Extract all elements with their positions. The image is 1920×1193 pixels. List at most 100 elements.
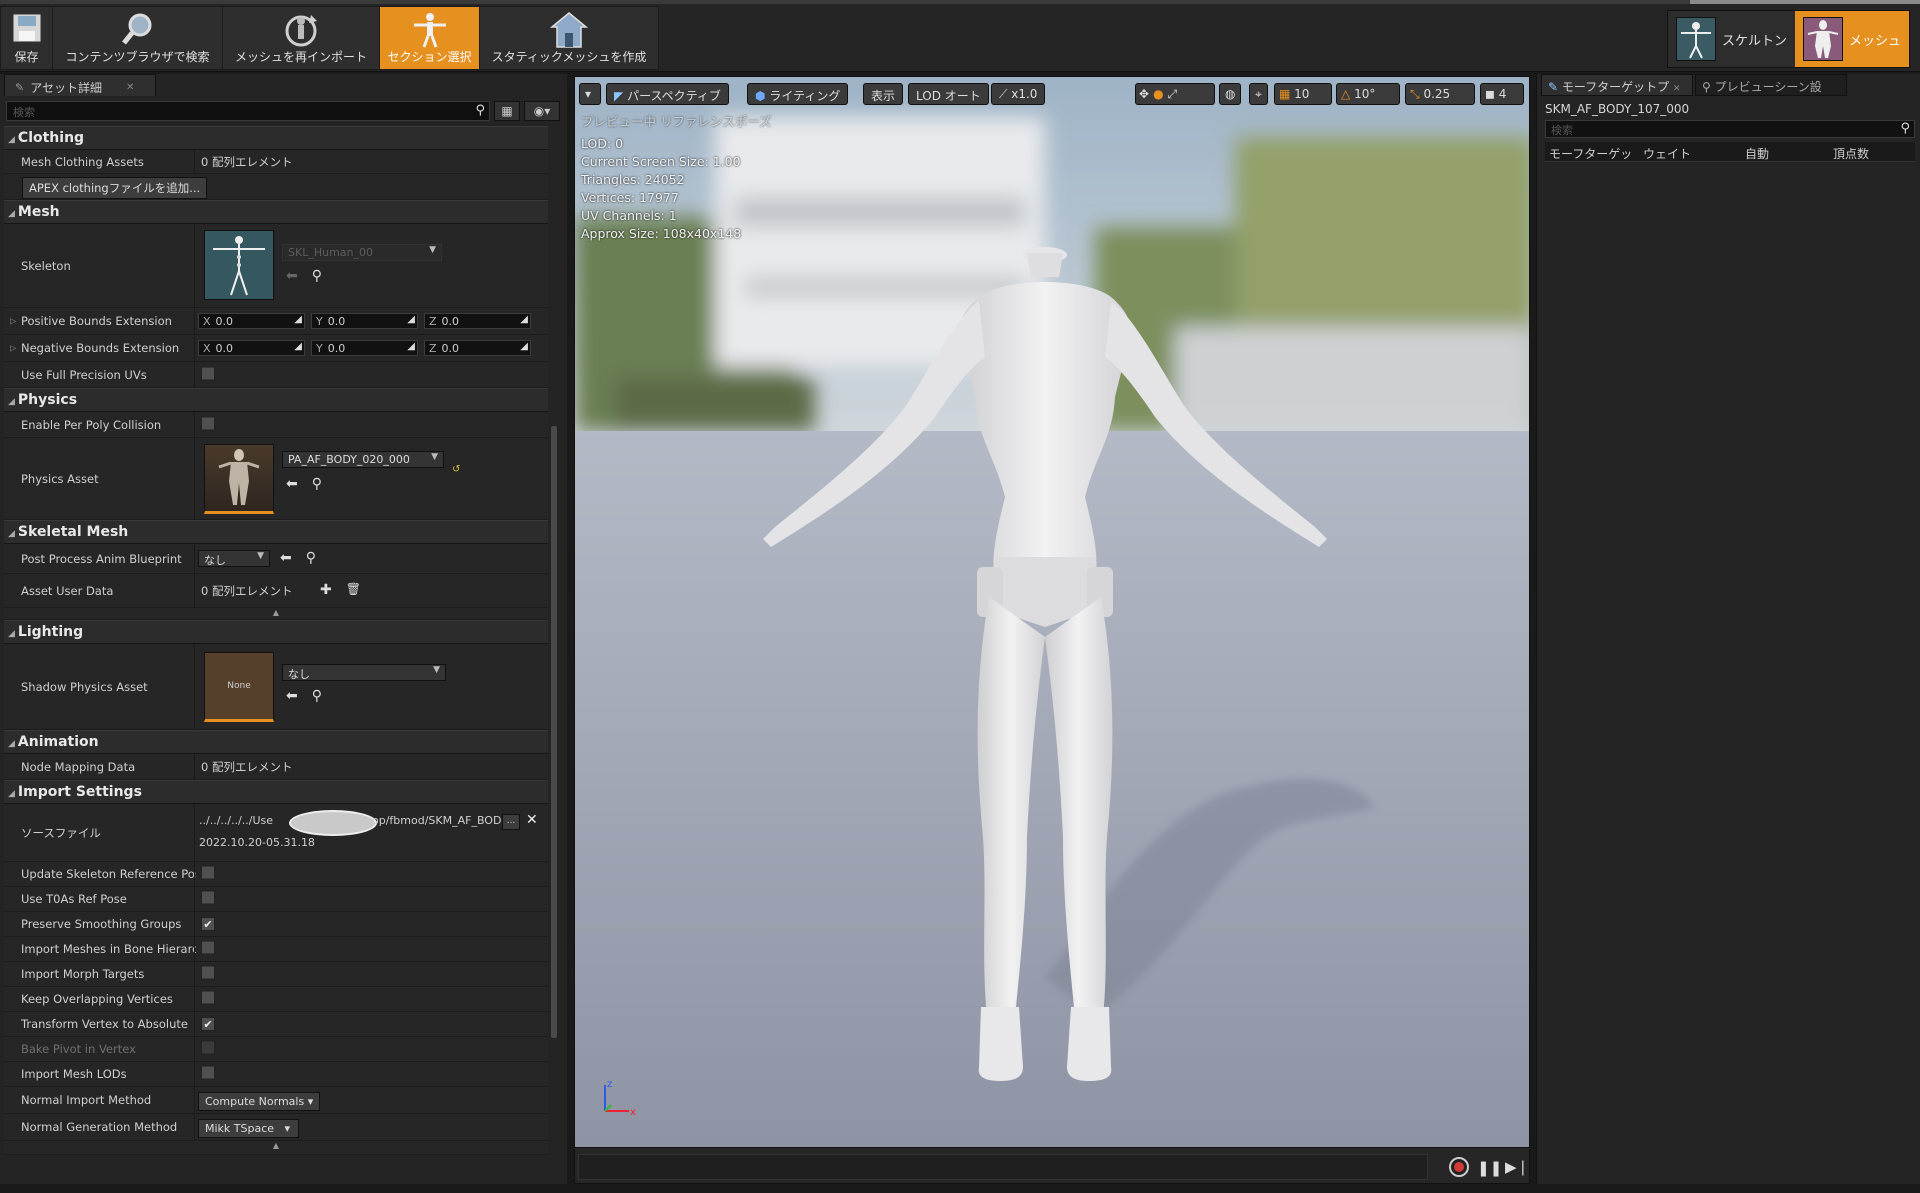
perspective-button[interactable]: ◤ パースペクティブ (606, 83, 729, 105)
mesh-clothing-assets-label: Mesh Clothing Assets (21, 154, 144, 169)
close-tab-icon[interactable]: ✕ (1673, 84, 1681, 94)
import-option-checkbox[interactable] (201, 965, 215, 983)
lighting-mode-button[interactable]: ⬢ ライティング (747, 83, 849, 105)
category-mesh[interactable]: ◢ Mesh (4, 200, 548, 224)
negative-bounds-x[interactable]: X 0.0 ◢ (198, 340, 305, 356)
details-search-input[interactable]: 検索 ⚲ (6, 101, 490, 121)
normal-import-value: Compute Normals (205, 1095, 305, 1108)
category-lighting[interactable]: ◢ Lighting (4, 620, 548, 644)
show-button[interactable]: 表示 (863, 83, 904, 105)
advanced-collapse-toggle-bottom[interactable]: ▲ (4, 1141, 548, 1155)
column-weight[interactable]: ウェイト (1643, 145, 1691, 162)
playback-speed-button[interactable]: ⟋ x1.0 (991, 83, 1046, 105)
rotate-icon[interactable]: ● (1153, 87, 1167, 101)
category-animation[interactable]: ◢ Animation (4, 730, 548, 754)
chevron-up-icon: ▲ (272, 1141, 280, 1150)
section-select-button[interactable]: セクション選択 (380, 7, 480, 69)
world-local-toggle[interactable]: ◍ (1219, 83, 1242, 105)
use-selected-arrow-icon[interactable]: ⬅ (286, 688, 298, 704)
pause-button[interactable]: ❚❚ (1477, 1159, 1502, 1177)
find-in-content-browser-button[interactable]: コンテンツブラウザで検索 (53, 7, 223, 69)
use-selected-arrow-icon[interactable]: ⬅ (280, 550, 292, 566)
post-process-combo[interactable]: なし ▼ (198, 550, 270, 567)
add-element-icon[interactable]: ✚ (320, 582, 332, 598)
browse-magnifier-icon[interactable]: ⚲ (312, 476, 322, 492)
camera-speed-button[interactable]: ◼ 4 (1480, 83, 1524, 105)
category-skeletal-mesh[interactable]: ◢ Skeletal Mesh (4, 520, 548, 544)
skeleton-mode-button[interactable]: スケルトン (1668, 11, 1795, 67)
surface-snap-icon: ⌖ (1255, 87, 1262, 101)
pause-icon: ❚❚ (1477, 1159, 1503, 1177)
morph-search-input[interactable]: 検索 ⚲ (1545, 120, 1915, 138)
scale-icon[interactable]: ⤢ (1168, 87, 1182, 101)
full-precision-uvs-checkbox[interactable] (201, 366, 215, 383)
physics-asset-combo[interactable]: PA_AF_BODY_020_000 ▼ (282, 451, 444, 468)
normal-import-dropdown[interactable]: Compute Normals ▾ (198, 1092, 321, 1111)
collapse-arrow-icon: ◢ (8, 629, 15, 639)
column-morph-target[interactable]: モーフターゲッ (1549, 145, 1632, 162)
skeleton-thumbnail[interactable] (204, 230, 274, 300)
reset-to-default-icon[interactable]: ↺ (452, 464, 460, 475)
save-button-label: 保存 (14, 50, 39, 64)
shadow-physics-combo[interactable]: なし ▼ (282, 664, 446, 681)
import-option-checkbox[interactable] (201, 940, 215, 958)
lod-button[interactable]: LOD オート (908, 83, 989, 105)
physics-asset-thumbnail[interactable] (204, 444, 274, 514)
asset-details-tab[interactable]: ✎ アセット詳細 ✕ (4, 74, 156, 96)
category-import-settings[interactable]: ◢ Import Settings (4, 780, 548, 804)
rotation-snap-group[interactable]: △ 10° (1336, 83, 1400, 105)
scale-snap-group[interactable]: ⤡ 0.25 (1405, 83, 1475, 105)
advanced-collapse-toggle[interactable]: ▲ (4, 608, 548, 620)
import-option-checkbox[interactable] (201, 990, 215, 1008)
preview-viewport[interactable]: xz ▾ ◤ パースペクティブ ⬢ ライティング 表示 LOD オート ⟋ x1… (574, 76, 1530, 1184)
details-scrollbar[interactable] (551, 426, 557, 1038)
column-auto[interactable]: 自動 (1745, 145, 1769, 162)
mesh-mode-button[interactable]: メッシュ (1794, 11, 1909, 67)
import-option-checkbox[interactable]: ✔ (201, 917, 215, 931)
positive-bounds-x[interactable]: X 0.0 ◢ (198, 313, 305, 329)
add-apex-clothing-button[interactable]: APEX clothingファイルを追加... (22, 177, 208, 199)
reimport-mesh-button[interactable]: メッシュを再インポート (223, 7, 380, 69)
collapse-arrow-icon: ◢ (8, 135, 15, 145)
browse-magnifier-icon[interactable]: ⚲ (312, 688, 322, 704)
viewport-toolbar: ▾ ◤ パースペクティブ ⬢ ライティング 表示 LOD オート ⟋ x1.0 … (579, 83, 1525, 105)
translate-icon[interactable]: ✥ (1139, 87, 1153, 101)
save-button[interactable]: 保存 (1, 7, 53, 69)
normal-generation-dropdown[interactable]: Mikk TSpace ▾ (198, 1119, 300, 1138)
step-forward-button[interactable]: ▶❘ (1505, 1158, 1529, 1176)
import-option-checkbox[interactable] (201, 1065, 215, 1083)
preview-scene-tab[interactable]: ⚲ プレビューシーン設 (1695, 74, 1847, 96)
import-option-checkbox[interactable] (201, 890, 215, 908)
import-option-checkbox[interactable]: ✔ (201, 1017, 215, 1031)
use-selected-arrow-icon[interactable]: ⬅ (286, 476, 298, 492)
make-static-mesh-button[interactable]: スタティックメッシュを作成 (480, 7, 658, 69)
category-clothing[interactable]: ◢ Clothing (4, 126, 548, 150)
positive-bounds-z[interactable]: Z 0.0 ◢ (424, 313, 531, 329)
positive-bounds-y[interactable]: Y 0.0 ◢ (311, 313, 418, 329)
skeleton-mode-label: スケルトン (1721, 33, 1787, 49)
category-physics[interactable]: ◢ Physics (4, 388, 548, 412)
record-button[interactable] (1449, 1157, 1469, 1177)
view-options-button[interactable]: ◉▾ (524, 101, 560, 121)
clear-source-icon[interactable]: ✕ (526, 812, 538, 828)
close-tab-icon[interactable]: ✕ (126, 82, 134, 93)
browse-source-button[interactable]: ... (502, 814, 520, 830)
surface-snap-button[interactable]: ⌖ (1249, 83, 1268, 105)
negative-bounds-y[interactable]: Y 0.0 ◢ (311, 340, 418, 356)
expand-arrow-icon[interactable]: ▷ (10, 344, 16, 353)
per-poly-collision-checkbox[interactable] (201, 416, 215, 433)
import-option-checkbox[interactable] (201, 865, 215, 883)
timeline-scrubber[interactable] (578, 1154, 1428, 1180)
browse-magnifier-icon[interactable]: ⚲ (312, 268, 322, 284)
negative-bounds-z[interactable]: Z 0.0 ◢ (424, 340, 531, 356)
grid-snap-group[interactable]: ▦ 10 (1274, 83, 1332, 105)
browse-magnifier-icon[interactable]: ⚲ (306, 550, 316, 566)
speed-label: x1.0 (1011, 87, 1038, 101)
shadow-physics-thumbnail[interactable]: None (204, 652, 274, 722)
delete-trash-icon[interactable]: 🗑 (346, 582, 361, 598)
expand-arrow-icon[interactable]: ▷ (10, 317, 16, 326)
column-vertex-count[interactable]: 頂点数 (1833, 145, 1869, 162)
morph-target-tab[interactable]: ✎ モーフターゲットプ ✕ (1541, 74, 1693, 96)
viewport-options-button[interactable]: ▾ (579, 83, 601, 105)
property-matrix-button[interactable]: ▦ (494, 101, 520, 121)
